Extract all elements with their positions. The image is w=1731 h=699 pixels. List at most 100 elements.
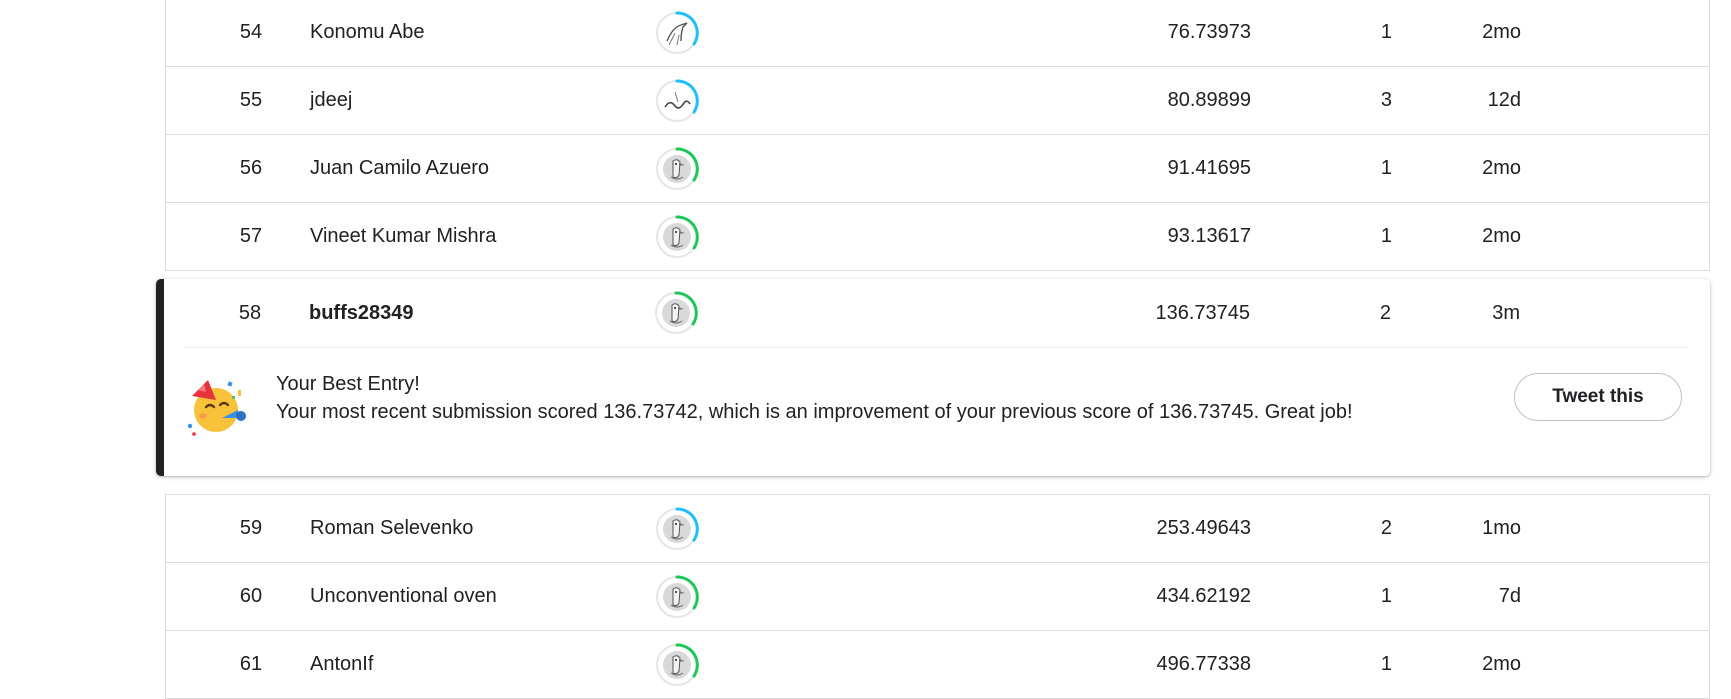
score-cell: 93.13617: [1026, 203, 1251, 270]
entries-value: 1: [1380, 21, 1392, 43]
last-submission-value: 2mo: [1482, 225, 1521, 247]
rank-value: 58: [238, 301, 262, 324]
avatar[interactable]: [655, 506, 699, 551]
last-submission-cell: 2mo: [1482, 135, 1521, 202]
avatar-cell[interactable]: [651, 279, 701, 347]
avatar[interactable]: [655, 146, 699, 191]
goose-icon: [656, 642, 699, 686]
last-submission-cell: 7d: [1499, 563, 1521, 630]
avatar-cell[interactable]: [652, 67, 702, 134]
score-value: 496.77338: [1156, 653, 1251, 675]
team-name[interactable]: Juan Camilo Azuero: [310, 157, 489, 180]
team-name-cell[interactable]: Konomu Abe: [310, 0, 690, 66]
score-value: 80.89899: [1167, 89, 1251, 111]
tweet-button[interactable]: Tweet this: [1514, 373, 1682, 421]
team-name[interactable]: Konomu Abe: [310, 21, 425, 44]
rank-value: 56: [239, 157, 263, 179]
leaderboard-rows-below: 59 Roman Selevenko 253.49643 2 1mo 60 Un…: [165, 494, 1710, 699]
scribble-icon: [656, 78, 699, 122]
table-row[interactable]: 56 Juan Camilo Azuero 91.41695 1 2mo: [166, 135, 1709, 203]
avatar-cell[interactable]: [652, 135, 702, 202]
table-row[interactable]: 55 jdeej 80.89899 3 12d: [166, 67, 1709, 135]
team-name[interactable]: Vineet Kumar Mishra: [310, 225, 496, 248]
last-submission-value: 2mo: [1482, 653, 1521, 675]
entries-cell: 1: [1381, 135, 1392, 202]
message-body: Your most recent submission scored 136.7…: [276, 401, 1353, 423]
entries-value: 2: [1380, 517, 1392, 539]
last-submission-value: 12d: [1487, 89, 1521, 111]
avatar[interactable]: [655, 574, 699, 619]
team-name[interactable]: jdeej: [310, 89, 352, 112]
goose-icon: [656, 146, 699, 190]
last-submission-value: 1mo: [1482, 517, 1521, 539]
entries-cell: 1: [1381, 0, 1392, 66]
team-name-cell[interactable]: Juan Camilo Azuero: [310, 135, 690, 202]
team-name[interactable]: buffs28349: [309, 302, 414, 325]
goose-icon: [655, 291, 698, 334]
team-name[interactable]: Unconventional oven: [310, 585, 497, 608]
bird-sketch-icon: [656, 10, 699, 54]
team-name-cell[interactable]: buffs28349: [309, 279, 689, 347]
last-submission-cell: 1mo: [1482, 495, 1521, 562]
score-cell: 80.89899: [1026, 67, 1251, 134]
divider: [184, 347, 1688, 348]
party-face-icon: [186, 374, 248, 436]
table-row[interactable]: 61 AntonIf 496.77338 1 2mo: [166, 631, 1709, 699]
current-user-highlight: 58 buffs28349 136.73745 2 3m Your Best E…: [156, 279, 1710, 476]
entries-value: 1: [1380, 225, 1392, 247]
last-submission-cell: 2mo: [1482, 0, 1521, 66]
table-row[interactable]: 59 Roman Selevenko 253.49643 2 1mo: [166, 495, 1709, 563]
goose-icon: [656, 214, 699, 258]
table-row[interactable]: 54 Konomu Abe 76.73973 1 2mo: [166, 0, 1709, 67]
avatar[interactable]: [655, 642, 699, 687]
entries-value: 1: [1380, 653, 1392, 675]
highlight-accent-bar: [156, 279, 164, 476]
avatar[interactable]: [655, 78, 699, 123]
avatar-cell[interactable]: [652, 0, 702, 66]
team-name-cell[interactable]: Unconventional oven: [310, 563, 690, 630]
last-submission-cell: 2mo: [1482, 203, 1521, 270]
score-value: 93.13617: [1167, 225, 1251, 247]
entries-value: 1: [1380, 585, 1392, 607]
current-user-row[interactable]: 58 buffs28349 136.73745 2 3m: [165, 279, 1710, 347]
goose-icon: [656, 506, 699, 550]
last-submission-value: 2mo: [1482, 157, 1521, 179]
score-cell: 434.62192: [1026, 563, 1251, 630]
team-name-cell[interactable]: AntonIf: [310, 631, 690, 698]
entries-cell: 3: [1381, 67, 1392, 134]
avatar[interactable]: [654, 291, 698, 335]
entries-cell: 1: [1381, 203, 1392, 270]
entries-value: 2: [1379, 301, 1391, 324]
leaderboard-rows-above: 54 Konomu Abe 76.73973 1 2mo 55 jdeej 80…: [165, 0, 1710, 271]
score-value: 253.49643: [1156, 517, 1251, 539]
score-value: 136.73745: [1155, 301, 1250, 324]
message-title: Your Best Entry!: [276, 373, 420, 395]
team-name[interactable]: Roman Selevenko: [310, 517, 473, 540]
score-cell: 253.49643: [1026, 495, 1251, 562]
last-submission-value: 2mo: [1482, 21, 1521, 43]
last-submission-cell: 12d: [1488, 67, 1521, 134]
team-name-cell[interactable]: jdeej: [310, 67, 690, 134]
avatar-cell[interactable]: [652, 495, 702, 562]
entries-cell: 2: [1380, 279, 1391, 347]
table-row[interactable]: 57 Vineet Kumar Mishra 93.13617 1 2mo: [166, 203, 1709, 271]
last-submission-value: 7d: [1498, 585, 1521, 607]
table-row[interactable]: 60 Unconventional oven 434.62192 1 7d: [166, 563, 1709, 631]
team-name-cell[interactable]: Roman Selevenko: [310, 495, 690, 562]
score-cell: 91.41695: [1026, 135, 1251, 202]
rank-value: 61: [239, 653, 263, 675]
rank-value: 60: [239, 585, 263, 607]
avatar-cell[interactable]: [652, 563, 702, 630]
score-cell: 136.73745: [1025, 279, 1250, 347]
score-value: 434.62192: [1156, 585, 1251, 607]
avatar-cell[interactable]: [652, 203, 702, 270]
team-name[interactable]: AntonIf: [310, 653, 373, 676]
avatar[interactable]: [655, 10, 699, 55]
entries-value: 1: [1380, 157, 1392, 179]
rank-value: 59: [239, 517, 263, 539]
entries-cell: 1: [1381, 631, 1392, 698]
team-name-cell[interactable]: Vineet Kumar Mishra: [310, 203, 690, 270]
avatar[interactable]: [655, 214, 699, 259]
score-cell: 76.73973: [1026, 0, 1251, 66]
avatar-cell[interactable]: [652, 631, 702, 698]
